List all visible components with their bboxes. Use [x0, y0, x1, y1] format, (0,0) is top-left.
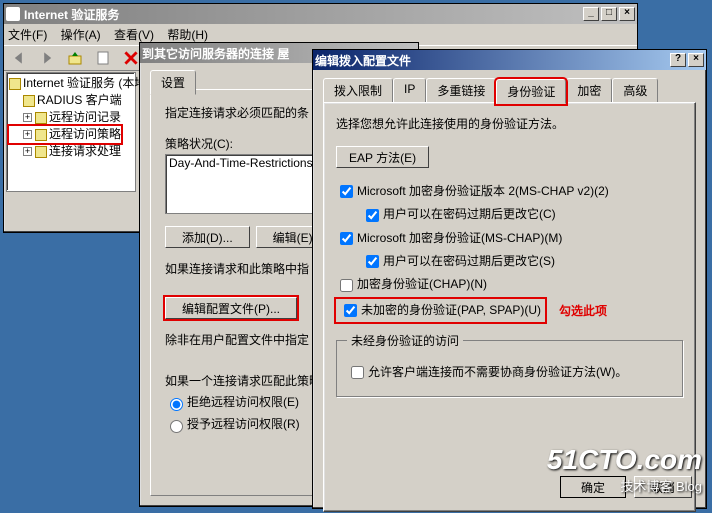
tab-multilink[interactable]: 多重链接 [426, 78, 496, 102]
eap-methods-button[interactable]: EAP 方法(E) [336, 146, 429, 168]
up-button[interactable] [64, 48, 86, 68]
policy-title: 到其它访问服务器的连接 屋 [142, 45, 289, 62]
dialog-help-button[interactable]: ? [670, 53, 686, 67]
close-button[interactable]: × [619, 7, 635, 21]
dialog-close-button[interactable]: × [688, 53, 704, 67]
nav-tree[interactable]: Internet 验证服务 (本地) RADIUS 客户端 +远程访问记录 +远… [6, 72, 136, 192]
menu-file[interactable]: 文件(F) [8, 28, 47, 42]
ck-allow-unauth[interactable]: 允许客户端连接而不需要协商身份验证方法(W)。 [347, 363, 672, 382]
ck-pap-spap[interactable]: 未加密的身份验证(PAP, SPAP)(U) [336, 299, 545, 322]
edit-profile-button[interactable]: 编辑配置文件(P)... [165, 297, 297, 319]
tree-radius-clients[interactable]: RADIUS 客户端 [9, 92, 133, 109]
auth-intro: 选择您想允许此连接使用的身份验证方法。 [336, 115, 683, 132]
menu-view[interactable]: 查看(V) [114, 28, 154, 42]
unauth-group: 未经身份验证的访问 允许客户端连接而不需要协商身份验证方法(W)。 [336, 332, 683, 397]
menu-help[interactable]: 帮助(H) [167, 28, 208, 42]
dialog-title: 编辑拨入配置文件 [315, 52, 411, 69]
tab-encryption[interactable]: 加密 [566, 78, 612, 102]
tab-ip[interactable]: IP [393, 78, 426, 102]
edit-profile-dialog: 编辑拨入配置文件 ? × 拨入限制 IP 多重链接 身份验证 加密 高级 选择您… [312, 49, 707, 509]
maximize-button[interactable]: □ [601, 7, 617, 21]
menu-action[interactable]: 操作(A) [61, 28, 101, 42]
tree-root[interactable]: Internet 验证服务 (本地) [9, 75, 133, 92]
ok-button[interactable]: 确定 [560, 476, 626, 498]
tab-advanced[interactable]: 高级 [612, 78, 658, 102]
mmc-titlebar: Internet 验证服务 _ □ × [4, 4, 637, 24]
forward-button[interactable] [36, 48, 58, 68]
mmc-title: Internet 验证服务 [24, 6, 119, 23]
tab-settings[interactable]: 设置 [150, 70, 196, 95]
tab-dialin[interactable]: 拨入限制 [323, 78, 393, 102]
tree-remote-policies[interactable]: +远程访问策略 [9, 126, 121, 143]
ck-mschap2[interactable]: Microsoft 加密身份验证版本 2(MS-CHAP v2)(2) [336, 182, 683, 201]
dialog-titlebar: 编辑拨入配置文件 ? × [313, 50, 706, 70]
unauth-legend: 未经身份验证的访问 [347, 332, 463, 349]
ck-mschap-change[interactable]: 用户可以在密码过期后更改它(S) [362, 252, 683, 271]
tree-conn-request[interactable]: +连接请求处理 [9, 143, 133, 160]
properties-button[interactable] [92, 48, 114, 68]
tree-remote-logging[interactable]: +远程访问记录 [9, 109, 133, 126]
app-icon [6, 7, 20, 21]
tab-authentication[interactable]: 身份验证 [496, 79, 566, 104]
add-button[interactable]: 添加(D)... [165, 226, 250, 248]
auth-tab-body: 选择您想允许此连接使用的身份验证方法。 EAP 方法(E) Microsoft … [323, 102, 696, 512]
back-button[interactable] [8, 48, 30, 68]
annotation-checkthis: 勾选此项 [559, 302, 607, 319]
ck-mschap2-change[interactable]: 用户可以在密码过期后更改它(C) [362, 205, 683, 224]
dialog-tabs: 拨入限制 IP 多重链接 身份验证 加密 高级 选择您想允许此连接使用的身份验证… [323, 78, 696, 512]
minimize-button[interactable]: _ [583, 7, 599, 21]
tab-settings-wrap: 设置 [150, 69, 196, 93]
ck-mschap[interactable]: Microsoft 加密身份验证(MS-CHAP)(M) [336, 229, 683, 248]
ck-chap[interactable]: 加密身份验证(CHAP)(N) [336, 275, 683, 294]
cancel-button[interactable]: 取消 [634, 476, 692, 498]
